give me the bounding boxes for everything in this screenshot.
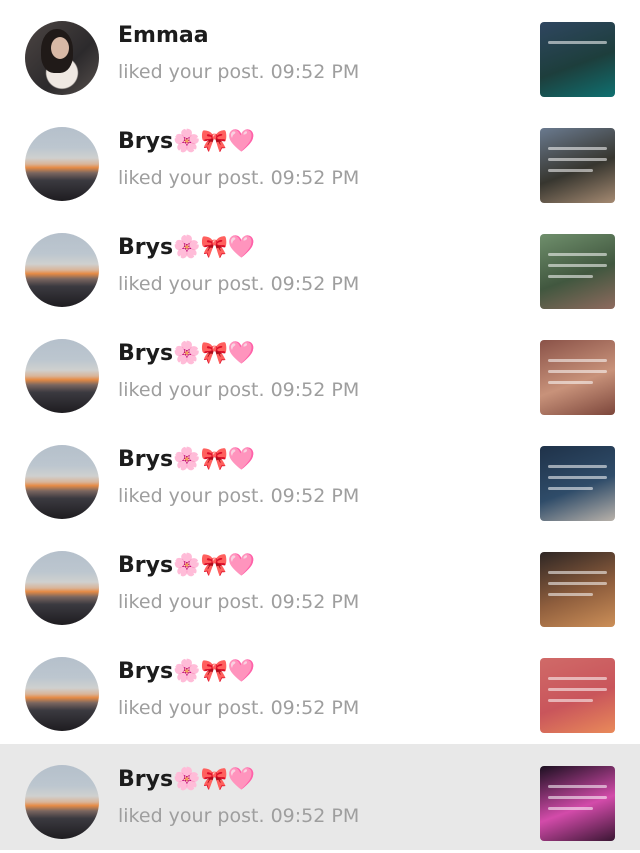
thumbnail-caption-line bbox=[548, 796, 607, 799]
thumbnail-caption-line bbox=[548, 688, 607, 691]
timestamp: 09:52 PM bbox=[270, 379, 360, 401]
user-name[interactable]: Brys🌸🎀🩷 bbox=[118, 552, 255, 581]
post-thumbnail[interactable] bbox=[540, 128, 615, 203]
action-text: liked your post. bbox=[118, 805, 265, 827]
timestamp: 09:52 PM bbox=[270, 61, 360, 83]
notification-row[interactable]: Brys🌸🎀🩷 liked your post. 09:52 PM bbox=[0, 530, 640, 636]
avatar[interactable] bbox=[25, 21, 99, 95]
notification-row[interactable]: Brys🌸🎀🩷 liked your post. 09:52 PM bbox=[0, 424, 640, 530]
post-thumbnail[interactable] bbox=[540, 22, 615, 97]
thumbnail-caption-line bbox=[548, 253, 607, 256]
user-name[interactable]: Brys🌸🎀🩷 bbox=[118, 658, 255, 687]
timestamp: 09:52 PM bbox=[270, 485, 360, 507]
timestamp: 09:52 PM bbox=[270, 273, 360, 295]
avatar[interactable] bbox=[25, 233, 99, 307]
avatar[interactable] bbox=[25, 445, 99, 519]
avatar[interactable] bbox=[25, 339, 99, 413]
thumbnail-caption-line bbox=[548, 582, 607, 585]
timestamp: 09:52 PM bbox=[270, 805, 360, 827]
avatar[interactable] bbox=[25, 765, 99, 839]
user-name[interactable]: Brys🌸🎀🩷 bbox=[118, 234, 255, 263]
user-name[interactable]: Emmaa bbox=[118, 22, 209, 51]
thumbnail-caption-line bbox=[548, 593, 593, 596]
post-thumbnail[interactable] bbox=[540, 552, 615, 627]
action-text: liked your post. bbox=[118, 379, 265, 401]
post-thumbnail[interactable] bbox=[540, 234, 615, 309]
user-name[interactable]: Brys🌸🎀🩷 bbox=[118, 446, 255, 475]
action-text: liked your post. bbox=[118, 697, 265, 719]
action-text: liked your post. bbox=[118, 591, 265, 613]
thumbnail-caption-line bbox=[548, 359, 607, 362]
user-name[interactable]: Brys🌸🎀🩷 bbox=[118, 340, 255, 369]
thumbnail-caption-line bbox=[548, 465, 607, 468]
avatar[interactable] bbox=[25, 551, 99, 625]
action-text: liked your post. bbox=[118, 273, 265, 295]
notification-row[interactable]: Brys🌸🎀🩷 liked your post. 09:52 PM bbox=[0, 636, 640, 742]
notification-list: Emmaa liked your post. 09:52 PM Brys🌸🎀🩷 … bbox=[0, 0, 640, 853]
post-thumbnail[interactable] bbox=[540, 658, 615, 733]
post-thumbnail[interactable] bbox=[540, 766, 615, 841]
notification-text: liked your post. 09:52 PM bbox=[118, 60, 359, 85]
thumbnail-caption-line bbox=[548, 41, 607, 44]
user-name[interactable]: Brys🌸🎀🩷 bbox=[118, 128, 255, 157]
notification-text: liked your post. 09:52 PM bbox=[118, 696, 359, 721]
thumbnail-caption-line bbox=[548, 476, 607, 479]
post-thumbnail[interactable] bbox=[540, 446, 615, 521]
avatar-face bbox=[51, 37, 69, 59]
user-name[interactable]: Brys🌸🎀🩷 bbox=[118, 766, 255, 795]
thumbnail-caption-line bbox=[548, 169, 593, 172]
avatar[interactable] bbox=[25, 657, 99, 731]
thumbnail-caption-line bbox=[548, 677, 607, 680]
notification-text: liked your post. 09:52 PM bbox=[118, 166, 359, 191]
notification-row[interactable]: Emmaa liked your post. 09:52 PM bbox=[0, 0, 640, 106]
action-text: liked your post. bbox=[118, 167, 265, 189]
notification-text: liked your post. 09:52 PM bbox=[118, 272, 359, 297]
thumbnail-caption-line bbox=[548, 785, 607, 788]
notification-text: liked your post. 09:52 PM bbox=[118, 484, 359, 509]
timestamp: 09:52 PM bbox=[270, 167, 360, 189]
thumbnail-caption-line bbox=[548, 807, 593, 810]
notification-row[interactable]: Brys🌸🎀🩷 liked your post. 09:52 PM bbox=[0, 212, 640, 318]
thumbnail-caption-line bbox=[548, 147, 607, 150]
timestamp: 09:52 PM bbox=[270, 591, 360, 613]
thumbnail-caption-line bbox=[548, 264, 607, 267]
thumbnail-caption-line bbox=[548, 275, 593, 278]
thumbnail-caption-line bbox=[548, 699, 593, 702]
notification-text: liked your post. 09:52 PM bbox=[118, 804, 359, 829]
notification-row[interactable]: Brys🌸🎀🩷 liked your post. 09:52 PM bbox=[0, 318, 640, 424]
post-thumbnail[interactable] bbox=[540, 340, 615, 415]
thumbnail-caption-line bbox=[548, 571, 607, 574]
action-text: liked your post. bbox=[118, 61, 265, 83]
action-text: liked your post. bbox=[118, 485, 265, 507]
notification-row[interactable]: Brys🌸🎀🩷 liked your post. 09:52 PM bbox=[0, 744, 640, 850]
thumbnail-caption-line bbox=[548, 370, 607, 373]
notification-row[interactable]: Brys🌸🎀🩷 liked your post. 09:52 PM bbox=[0, 106, 640, 212]
notification-text: liked your post. 09:52 PM bbox=[118, 590, 359, 615]
thumbnail-caption-line bbox=[548, 487, 593, 490]
thumbnail-caption-line bbox=[548, 158, 607, 161]
notification-text: liked your post. 09:52 PM bbox=[118, 378, 359, 403]
timestamp: 09:52 PM bbox=[270, 697, 360, 719]
avatar[interactable] bbox=[25, 127, 99, 201]
thumbnail-caption-line bbox=[548, 381, 593, 384]
